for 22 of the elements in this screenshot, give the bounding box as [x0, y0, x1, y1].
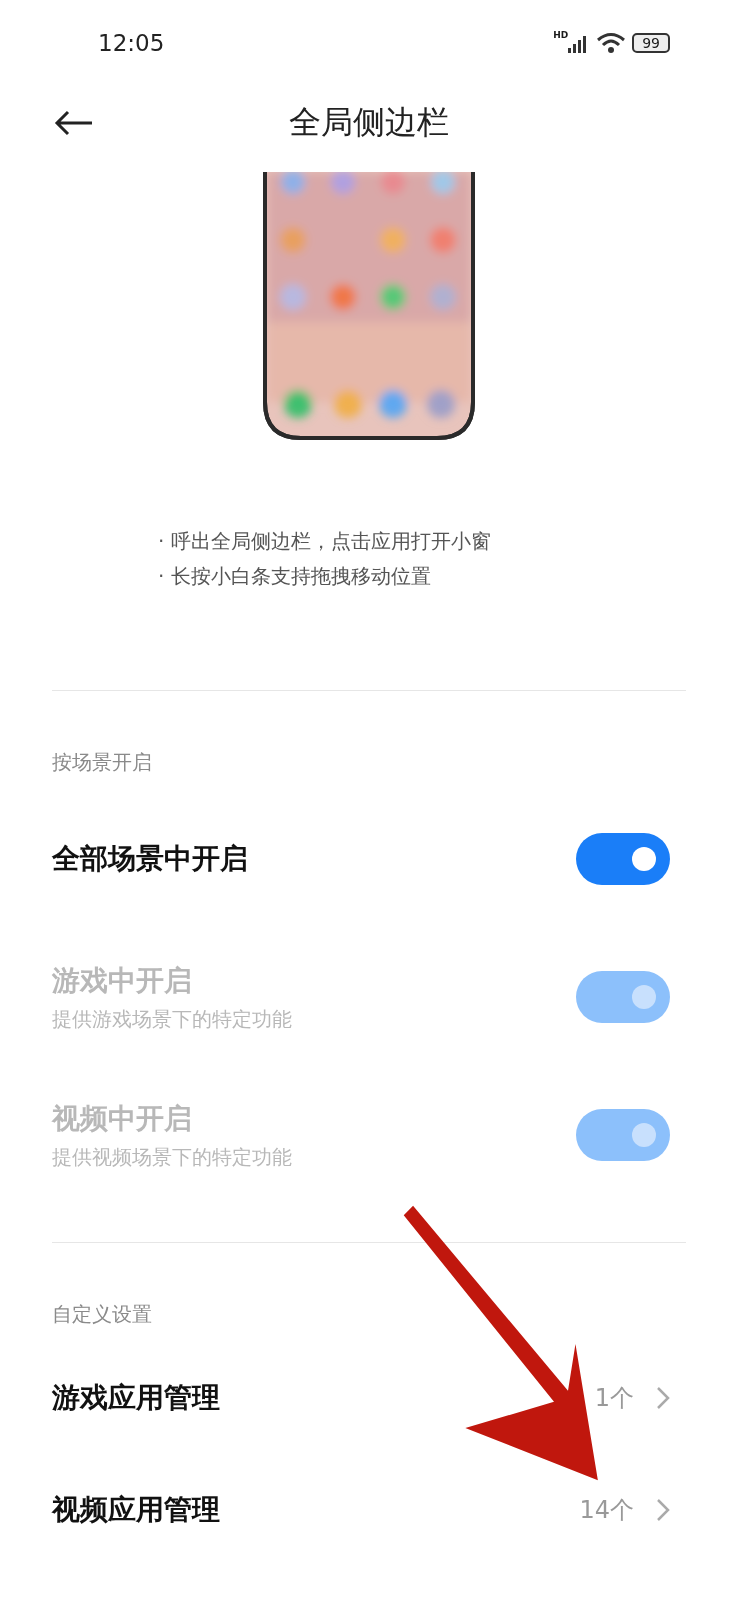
section-header: 按场景开启: [52, 749, 153, 776]
setting-description: 提供视频场景下的特定功能: [52, 1143, 292, 1171]
chevron-right-icon[interactable]: [656, 1498, 670, 1522]
wifi-icon: [596, 32, 627, 54]
status-time: 12:05: [98, 30, 165, 56]
description-line: · 呼出全局侧边栏，点击应用打开小窗: [158, 528, 492, 555]
back-icon[interactable]: [54, 110, 94, 136]
setting-label: 全部场景中开启: [52, 841, 248, 877]
network-label: HD: [553, 30, 569, 40]
description-line: · 长按小白条支持拖拽移动位置: [158, 563, 432, 590]
section-header: 自定义设置: [52, 1301, 153, 1328]
count-value: 1个: [594, 1383, 634, 1414]
count-value: 14个: [579, 1495, 634, 1526]
battery-indicator: 99: [632, 33, 670, 53]
chevron-right-icon[interactable]: [656, 1386, 670, 1410]
setting-label[interactable]: 游戏应用管理: [52, 1379, 220, 1417]
page-title: 全局侧边栏: [289, 102, 449, 143]
setting-label[interactable]: 视频应用管理: [52, 1491, 220, 1529]
setting-description: 提供游戏场景下的特定功能: [52, 1005, 292, 1033]
setting-label: 游戏中开启: [52, 962, 193, 999]
setting-label: 视频中开启: [52, 1100, 193, 1137]
toggle-switch[interactable]: [576, 833, 670, 885]
